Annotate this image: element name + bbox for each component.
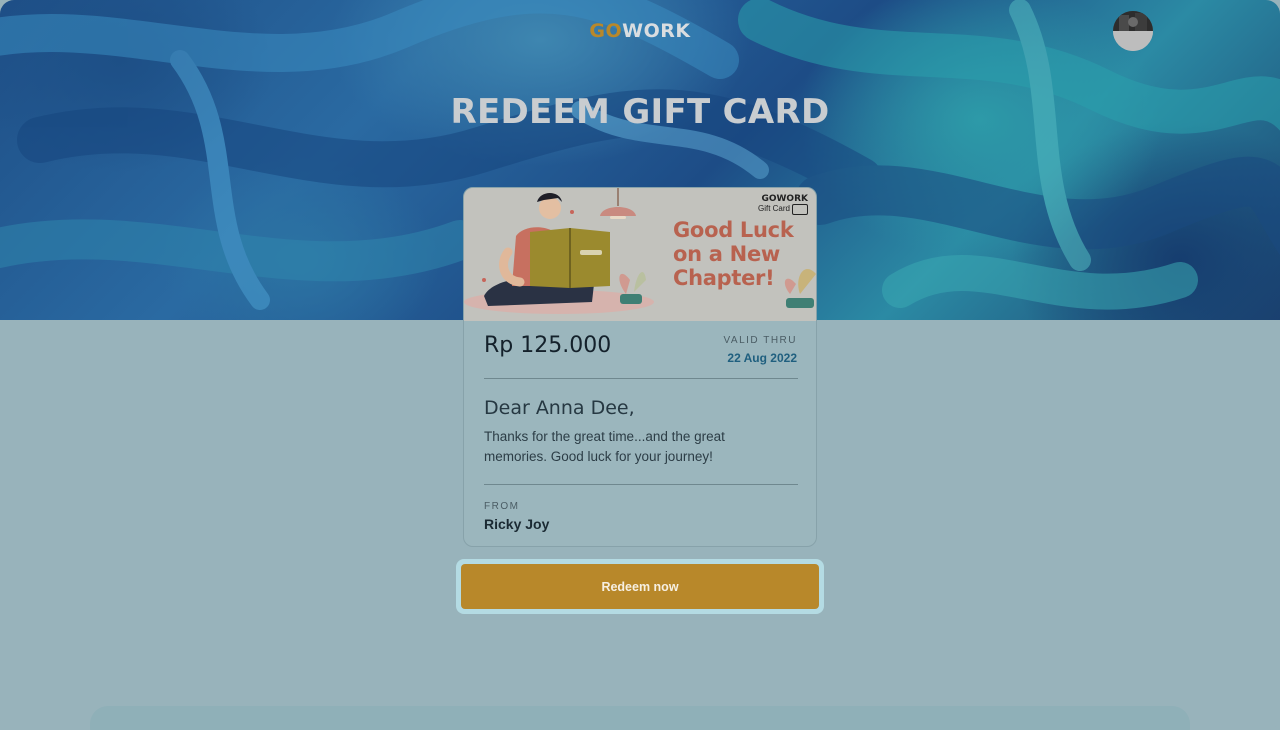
banner-headline-line1: Good Luck [673, 218, 794, 242]
app-frame: GOWORK REDEEM GIFT CARD GOWORK Gift Card… [0, 0, 1280, 730]
gift-card: GOWORK Gift Card Good Luck on a New Chap… [463, 187, 817, 547]
valid-thru-date: 22 Aug 2022 [727, 351, 797, 365]
greeting: Dear Anna Dee, [484, 397, 635, 419]
divider [484, 484, 798, 485]
valid-thru-label: VALID THRU [723, 335, 797, 346]
gift-message: Thanks for the great time...and the grea… [484, 429, 725, 464]
logo-prefix: GO [589, 20, 623, 42]
banner-headline-line2: on a New [673, 242, 780, 266]
gift-card-icon [792, 204, 808, 215]
from-label: FROM [484, 501, 520, 512]
from-name: Ricky Joy [484, 516, 550, 532]
page-title: REDEEM GIFT CARD [450, 92, 830, 132]
banner-headline: Good Luck on a New Chapter! [673, 218, 813, 290]
bottom-panel [90, 706, 1190, 730]
gowork-logo[interactable]: GOWORK [0, 20, 1280, 42]
divider [484, 378, 798, 379]
gift-card-banner: GOWORK Gift Card Good Luck on a New Chap… [464, 188, 816, 321]
gowork-giftcard-brand: GOWORK Gift Card [758, 194, 808, 215]
logo-suffix: WORK [622, 20, 691, 42]
brand-name: GOWORK [761, 194, 808, 204]
redeem-button-focus-ring: Redeem now [456, 559, 824, 614]
avatar[interactable] [1113, 11, 1153, 51]
gift-amount: Rp 125.000 [484, 333, 612, 358]
user-avatar-icon [1113, 11, 1153, 51]
banner-headline-line3: Chapter! [673, 266, 775, 290]
redeem-now-button[interactable]: Redeem now [461, 564, 819, 609]
